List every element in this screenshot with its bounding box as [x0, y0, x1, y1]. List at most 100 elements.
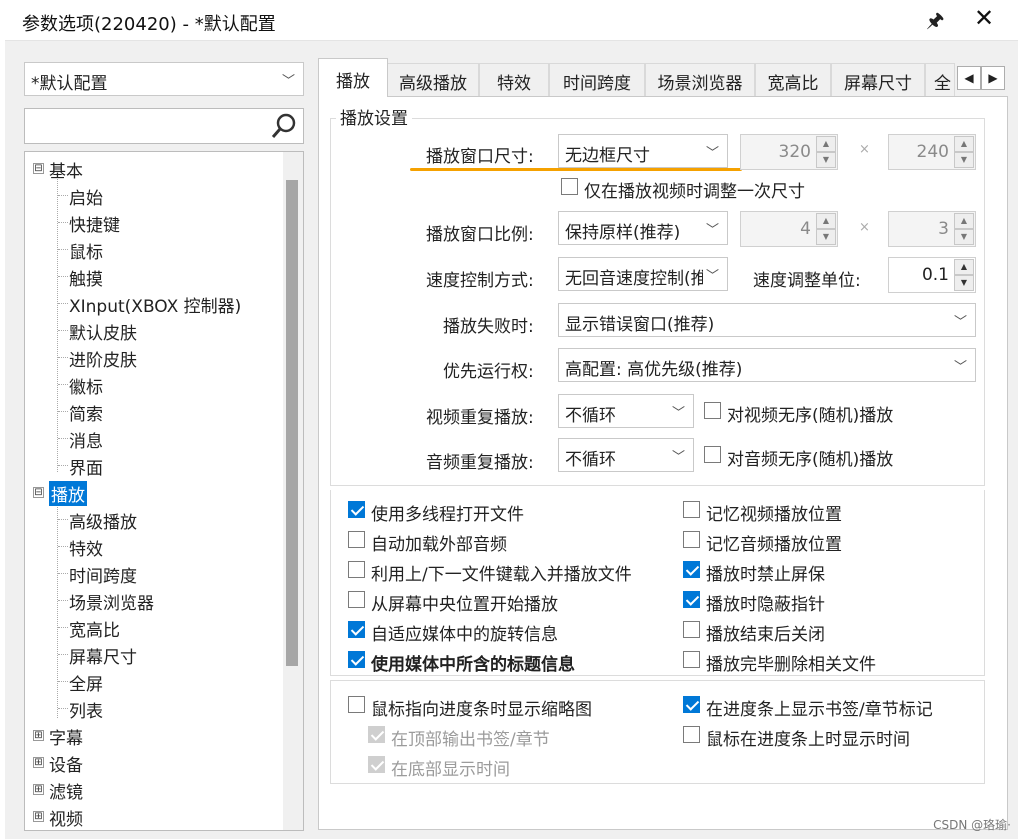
- collapse-icon[interactable]: ⊟: [33, 487, 44, 498]
- expand-icon[interactable]: ⊞: [33, 730, 44, 741]
- audio-repeat-select[interactable]: 不循环 ﹀: [558, 438, 694, 472]
- tree-scrollbar-thumb[interactable]: [286, 180, 298, 666]
- audio-random-label: 对音频无序(随机)播放: [727, 450, 894, 470]
- settings-tree[interactable]: ⊟ 基本 启始 快捷键 鼠标 触摸 XInput(XBOX 控制器) 默认皮肤 …: [24, 151, 304, 831]
- center-start-label: 从屏幕中央位置开始播放: [371, 595, 558, 615]
- thumbnail-checkbox[interactable]: [348, 696, 365, 713]
- collapse-icon[interactable]: ⊟: [33, 163, 44, 174]
- bottom-time-checkbox[interactable]: [368, 756, 385, 773]
- tree-item-aspect-ratio[interactable]: 宽高比: [69, 616, 120, 641]
- play-fail-select[interactable]: 显示错误窗口(推荐) ﹀: [558, 303, 976, 337]
- tree-item-start[interactable]: 启始: [69, 184, 103, 209]
- tree-node-devices[interactable]: 设备: [49, 751, 83, 776]
- tree-item-xinput[interactable]: XInput(XBOX 控制器): [69, 292, 241, 317]
- tree-item-effects[interactable]: 特效: [69, 535, 103, 560]
- window-width-spinner[interactable]: 320 ▲ ▼: [740, 134, 838, 170]
- spin-up-icon[interactable]: ▲: [954, 136, 974, 152]
- spin-down-icon[interactable]: ▼: [816, 229, 836, 245]
- ratio-a-value: 4: [800, 219, 811, 239]
- tree-item-scene-browser[interactable]: 场景浏览器: [69, 589, 154, 614]
- tree-item-default-skin[interactable]: 默认皮肤: [69, 319, 137, 344]
- tab-advanced-play[interactable]: 高级播放: [387, 63, 479, 96]
- audio-random-checkbox[interactable]: [704, 446, 721, 463]
- search-icon[interactable]: [269, 111, 299, 141]
- close-after-play-checkbox[interactable]: [683, 621, 700, 638]
- delete-after-play-label: 播放完毕删除相关文件: [706, 655, 876, 675]
- tab-aspect-ratio[interactable]: 宽高比: [755, 63, 831, 96]
- spin-down-icon[interactable]: ▼: [816, 152, 836, 168]
- tree-item-messages[interactable]: 消息: [69, 427, 103, 452]
- delete-after-play-checkbox[interactable]: [683, 651, 700, 668]
- window-height-spinner[interactable]: 240 ▲ ▼: [888, 134, 976, 170]
- video-random-checkbox[interactable]: [704, 402, 721, 419]
- tree-item-playlist[interactable]: 列表: [69, 697, 103, 722]
- speed-unit-spinner[interactable]: 0.1 ▲ ▼: [888, 257, 976, 293]
- tree-item-screen-size[interactable]: 屏幕尺寸: [69, 643, 137, 668]
- center-start-checkbox[interactable]: [348, 591, 365, 608]
- spin-up-icon[interactable]: ▲: [816, 213, 836, 229]
- tab-scroll-right-button[interactable]: ▶: [981, 66, 1005, 90]
- multithread-checkbox[interactable]: [348, 501, 365, 518]
- spin-up-icon[interactable]: ▲: [816, 136, 836, 152]
- disable-screensaver-checkbox[interactable]: [683, 561, 700, 578]
- tab-fullscreen[interactable]: 全: [925, 63, 955, 96]
- pin-icon[interactable]: 🖈: [926, 6, 945, 40]
- window-height-value: 240: [916, 142, 949, 162]
- spin-up-icon[interactable]: ▲: [954, 213, 974, 229]
- show-bookmarks-checkbox[interactable]: [683, 696, 700, 713]
- tree-item-touch[interactable]: 触摸: [69, 265, 103, 290]
- tab-scene-browser[interactable]: 场景浏览器: [645, 63, 755, 96]
- auto-audio-checkbox[interactable]: [348, 531, 365, 548]
- title-info-checkbox[interactable]: [348, 651, 365, 668]
- hover-time-checkbox[interactable]: [683, 726, 700, 743]
- spin-up-icon[interactable]: ▲: [954, 259, 974, 275]
- expand-icon[interactable]: ⊞: [33, 811, 44, 822]
- top-bookmark-checkbox[interactable]: [368, 726, 385, 743]
- ratio-b-spinner[interactable]: 3 ▲ ▼: [888, 211, 976, 247]
- search-input[interactable]: [24, 108, 304, 144]
- profile-select[interactable]: *默认配置 ﹀: [24, 62, 304, 96]
- tree-node-filters[interactable]: 滤镜: [49, 778, 83, 803]
- tree-item-logo[interactable]: 徽标: [69, 373, 103, 398]
- chevron-down-icon: ﹀: [671, 406, 685, 421]
- tab-screen-size[interactable]: 屏幕尺寸: [831, 63, 925, 96]
- next-file-key-checkbox[interactable]: [348, 561, 365, 578]
- window-size-select[interactable]: 无边框尺寸 ﹀: [558, 134, 728, 168]
- tab-timespan[interactable]: 时间跨度: [549, 63, 645, 96]
- tree-node-play[interactable]: 播放: [49, 481, 87, 506]
- spin-down-icon[interactable]: ▼: [954, 229, 974, 245]
- tree-item-hotkeys[interactable]: 快捷键: [69, 211, 120, 236]
- remember-video-pos-checkbox[interactable]: [683, 501, 700, 518]
- remember-audio-pos-checkbox[interactable]: [683, 531, 700, 548]
- window-ratio-select[interactable]: 保持原样(推荐) ﹀: [558, 211, 728, 245]
- spin-down-icon[interactable]: ▼: [954, 152, 974, 168]
- play-fail-value: 显示错误窗口(推荐): [565, 315, 715, 335]
- tree-item-advanced-play[interactable]: 高级播放: [69, 508, 137, 533]
- adjust-once-checkbox[interactable]: [561, 178, 578, 195]
- expand-icon[interactable]: ⊞: [33, 757, 44, 768]
- tree-item-timespan[interactable]: 时间跨度: [69, 562, 137, 587]
- hide-pointer-checkbox[interactable]: [683, 591, 700, 608]
- tree-node-subtitles[interactable]: 字幕: [49, 724, 83, 749]
- tree-item-advanced-skin[interactable]: 进阶皮肤: [69, 346, 137, 371]
- rotation-info-checkbox[interactable]: [348, 621, 365, 638]
- watermark: CSDN @珞瑜·: [933, 818, 1011, 832]
- tree-scrollbar[interactable]: [283, 152, 303, 830]
- spin-down-icon[interactable]: ▼: [954, 275, 974, 291]
- tab-scroll-left-button[interactable]: ◀: [957, 66, 981, 90]
- times-sign: ×: [859, 220, 870, 235]
- tree-node-basic[interactable]: 基本: [49, 157, 83, 182]
- close-icon[interactable]: ✕: [974, 4, 994, 32]
- ratio-a-spinner[interactable]: 4 ▲ ▼: [740, 211, 838, 247]
- expand-icon[interactable]: ⊞: [33, 784, 44, 795]
- priority-select[interactable]: 高配置: 高优先级(推荐) ﹀: [558, 348, 976, 382]
- tree-item-mouse[interactable]: 鼠标: [69, 238, 103, 263]
- tree-item-fullscreen[interactable]: 全屏: [69, 670, 103, 695]
- video-repeat-select[interactable]: 不循环 ﹀: [558, 394, 694, 428]
- tree-node-video[interactable]: 视频: [49, 805, 83, 830]
- tab-effects[interactable]: 特效: [479, 63, 549, 96]
- speed-control-select[interactable]: 无回音速度控制(推 ﹀: [558, 257, 728, 291]
- tab-play[interactable]: 播放: [318, 58, 388, 97]
- tree-item-interface[interactable]: 界面: [69, 454, 103, 479]
- tree-item-simple-search[interactable]: 简索: [69, 400, 103, 425]
